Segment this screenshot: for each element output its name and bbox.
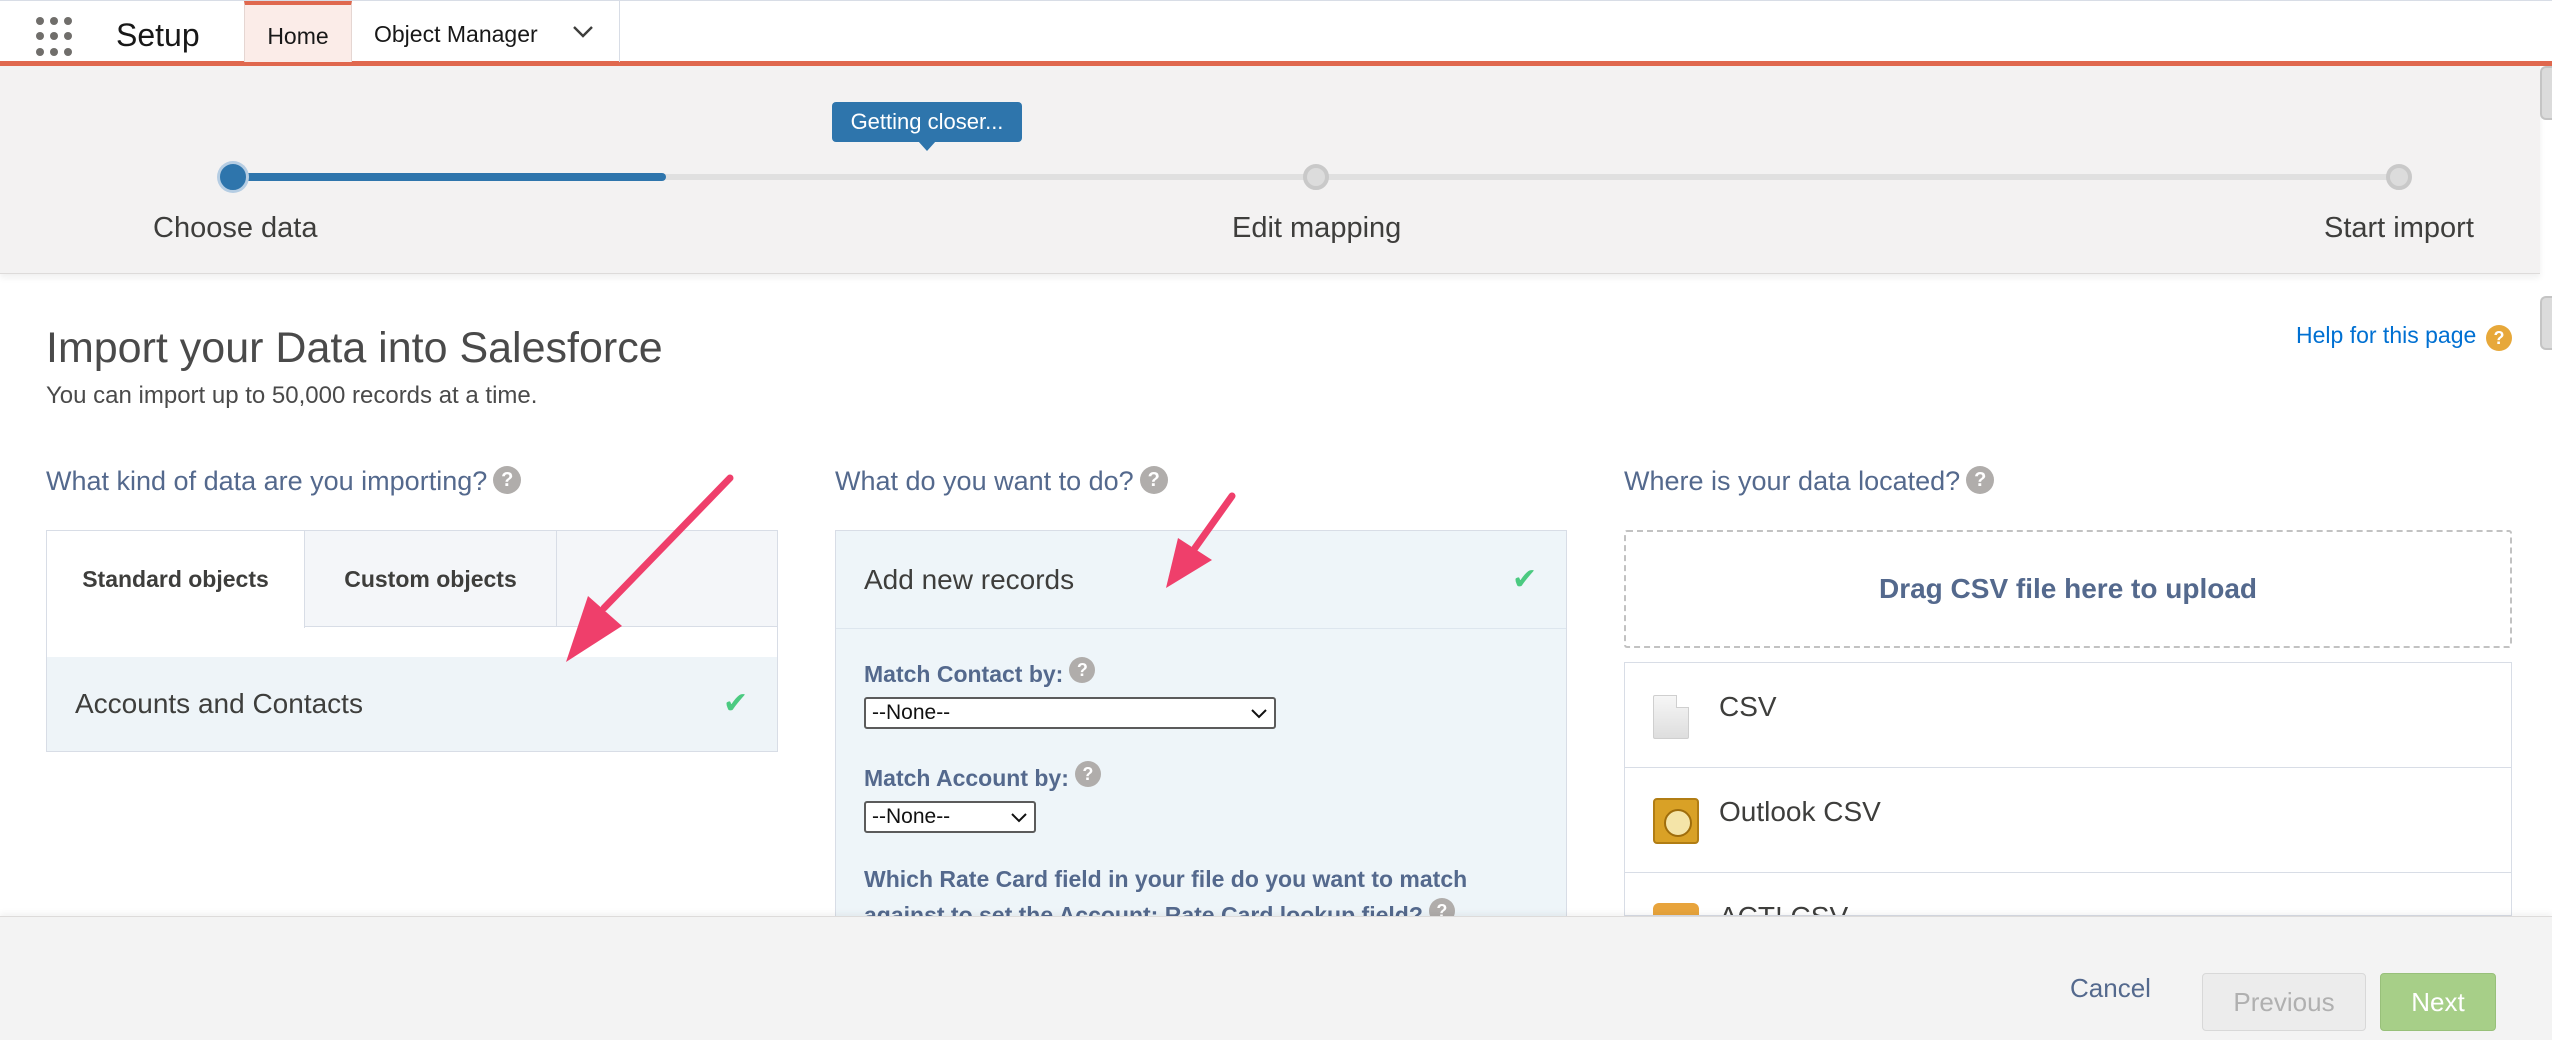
question-icon[interactable]: ? [1139, 466, 1168, 494]
scroll-handle[interactable] [2540, 296, 2552, 350]
source-label: CSV [1719, 691, 1777, 722]
question-icon[interactable]: ? [1069, 657, 1096, 683]
chevron-down-icon [1011, 813, 1027, 823]
previous-button[interactable]: Previous [2202, 973, 2366, 1031]
step-choose-data-label: Choose data [153, 212, 318, 244]
action-heading-text: What do you want to do? [835, 466, 1134, 496]
question-icon[interactable]: ? [1074, 761, 1101, 787]
match-account-select[interactable]: --None-- [864, 801, 1036, 833]
app-launcher-icon[interactable] [36, 17, 76, 57]
scroll-handle[interactable] [2540, 66, 2552, 120]
object-item-accounts-contacts[interactable]: Accounts and Contacts ✔ [47, 657, 777, 751]
action-panel: Add new records ✔ Match Contact by:? --N… [835, 530, 1567, 930]
match-contact-select[interactable]: --None-- [864, 697, 1276, 729]
question-icon[interactable]: ? [493, 466, 522, 494]
chevron-down-icon [1251, 709, 1267, 719]
tab-custom-objects[interactable]: Custom objects [305, 531, 557, 627]
cancel-button[interactable]: Cancel [2070, 973, 2151, 1004]
match-contact-value: --None-- [872, 701, 951, 724]
page-subtitle: You can import up to 50,000 records at a… [46, 382, 538, 409]
act-icon [1653, 903, 1699, 915]
help-link[interactable]: Help for this page [2296, 322, 2476, 349]
global-header: Setup Home Object Manager [0, 0, 2552, 66]
step-edit-mapping-label: Edit mapping [1232, 212, 1402, 244]
outlook-icon [1653, 798, 1699, 844]
action-heading: What do you want to do?? [835, 466, 1168, 497]
object-panel: Standard objects Custom objects Accounts… [46, 530, 778, 752]
question-icon[interactable]: ? [1966, 466, 1995, 494]
location-heading-text: Where is your data located? [1624, 466, 1961, 496]
source-label: ACT! CSV [1719, 901, 1848, 915]
source-list: CSV Outlook CSV ACT! CSV [1624, 662, 2512, 916]
location-heading: Where is your data located?? [1624, 466, 1995, 497]
data-kind-heading-text: What kind of data are you importing? [46, 466, 488, 496]
match-contact-label: Match Contact by:? [864, 657, 1096, 688]
data-kind-heading: What kind of data are you importing?? [46, 466, 522, 497]
match-account-label-text: Match Account by: [864, 765, 1069, 791]
tab-standard-objects[interactable]: Standard objects [47, 531, 305, 628]
source-label: Outlook CSV [1719, 796, 1881, 827]
progress-tooltip: Getting closer... [832, 102, 1022, 151]
tab-object-manager[interactable]: Object Manager [352, 1, 620, 62]
import-progress: Getting closer... Choose data Edit mappi… [0, 66, 2540, 274]
wizard-footer: Cancel Previous Next [0, 916, 2552, 1040]
step-choose-data-dot [220, 164, 246, 190]
file-icon [1653, 695, 1689, 739]
object-tabs: Standard objects Custom objects [47, 531, 777, 628]
match-contact-label-text: Match Contact by: [864, 661, 1064, 687]
step-start-import-label: Start import [2324, 212, 2474, 244]
source-csv[interactable]: CSV [1625, 663, 2511, 768]
match-account-label: Match Account by:? [864, 761, 1101, 792]
tab-home[interactable]: Home [244, 1, 352, 62]
next-button[interactable]: Next [2380, 973, 2496, 1031]
csv-drop-zone[interactable]: Drag CSV file here to upload [1624, 530, 2512, 648]
checkmark-icon: ✔ [723, 687, 749, 720]
step-edit-mapping-dot [1303, 164, 1329, 190]
step-start-import-dot [2386, 164, 2412, 190]
app-name: Setup [116, 17, 200, 53]
source-outlook-csv[interactable]: Outlook CSV [1625, 768, 2511, 873]
action-add-new-records[interactable]: Add new records ✔ [836, 531, 1566, 629]
object-item-label: Accounts and Contacts [75, 688, 363, 719]
page-title: Import your Data into Salesforce [46, 324, 663, 372]
tab-object-manager-label: Object Manager [374, 21, 538, 47]
action-label: Add new records [864, 564, 1075, 595]
progress-fill [232, 173, 666, 181]
checkmark-icon: ✔ [1512, 563, 1538, 596]
help-icon[interactable]: ? [2486, 325, 2512, 351]
chevron-down-icon[interactable] [572, 25, 594, 39]
source-act-csv[interactable]: ACT! CSV [1625, 873, 2511, 915]
match-account-value: --None-- [872, 805, 951, 828]
